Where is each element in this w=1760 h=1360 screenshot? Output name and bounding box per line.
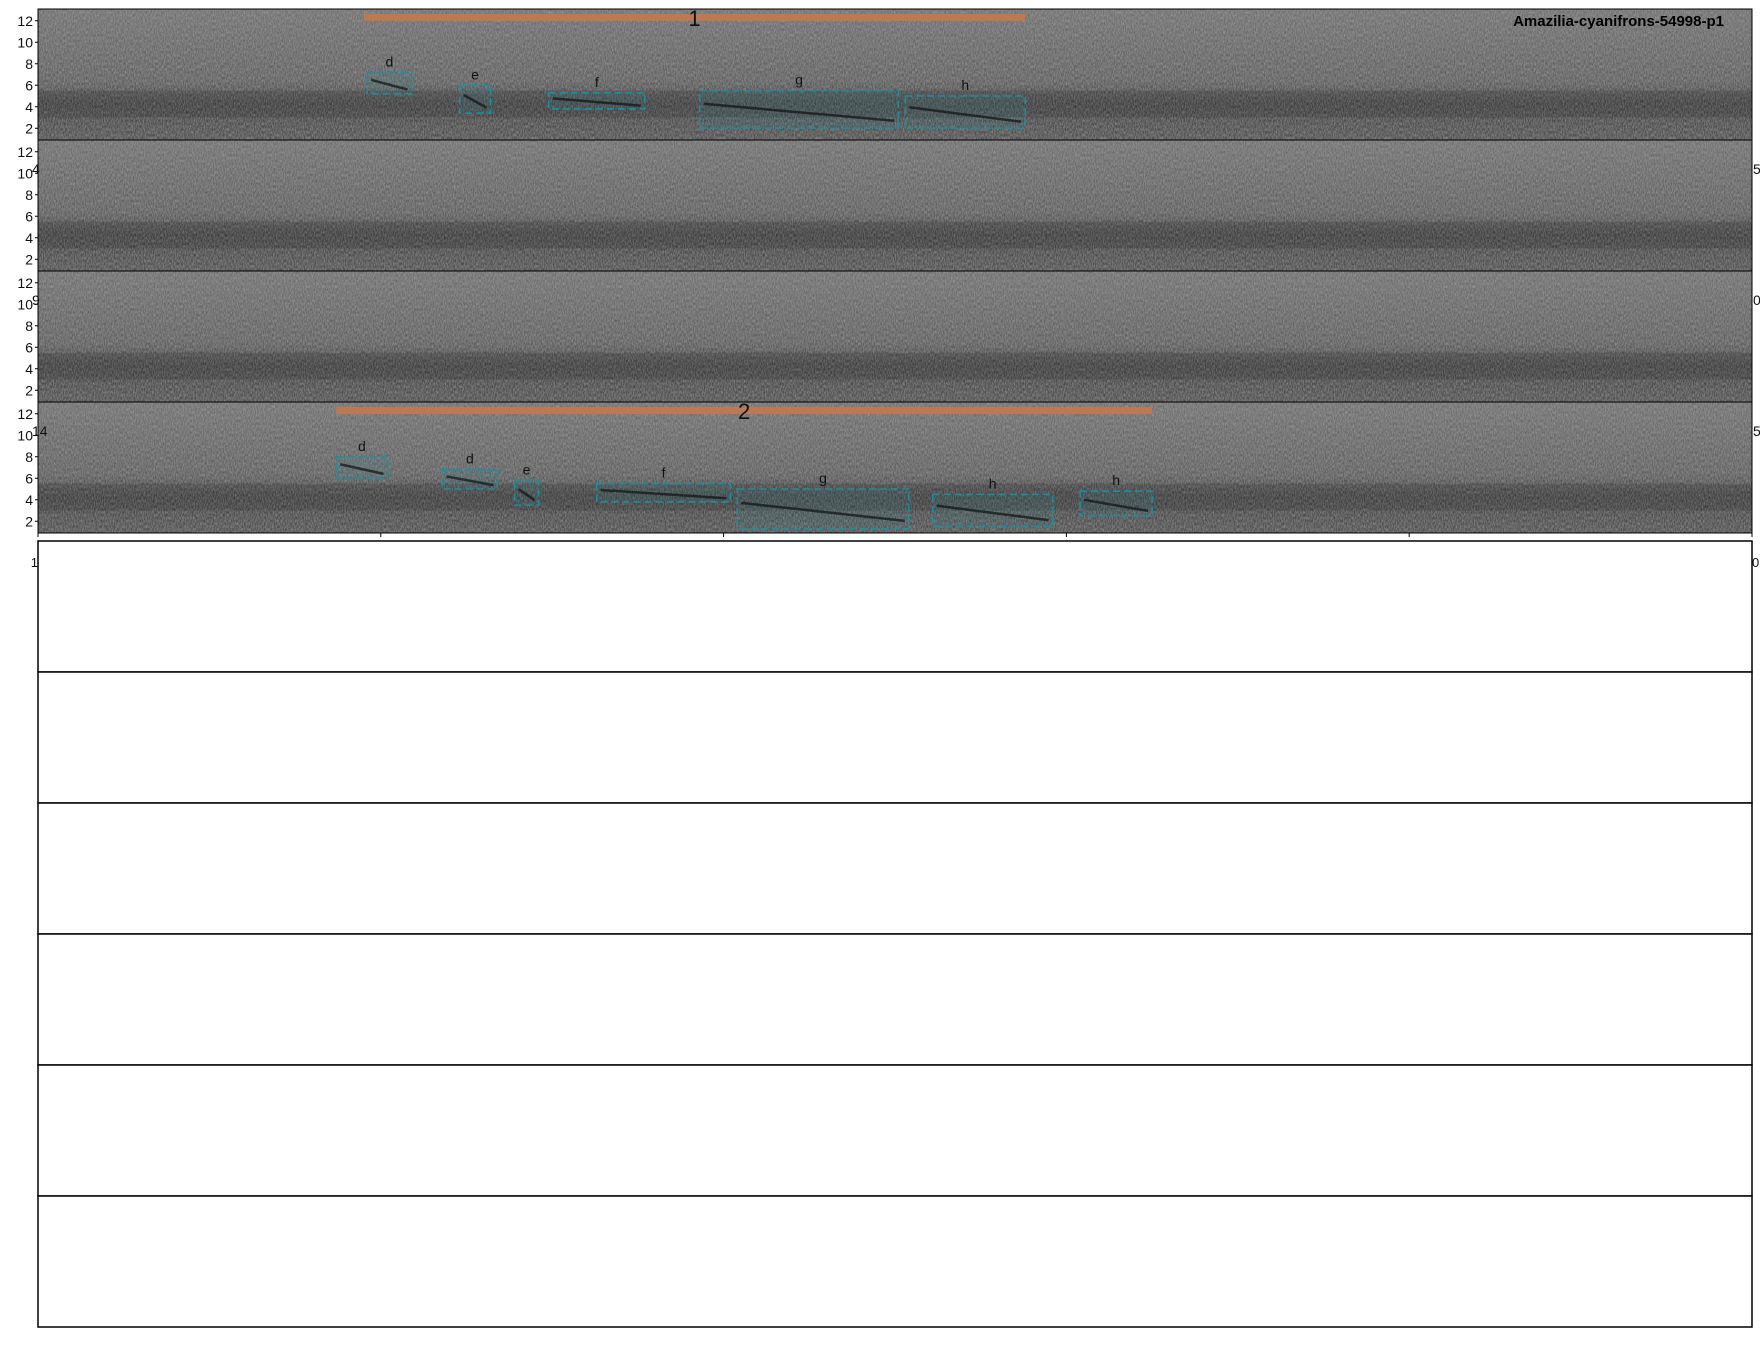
segment-box [513, 479, 540, 506]
spectrogram-row [37, 139, 1753, 272]
y-tick-label: 12 [17, 275, 33, 291]
y-tick-label: 4 [25, 361, 33, 377]
y-tick-label: 6 [25, 77, 33, 93]
segment-box [595, 482, 732, 503]
spectrogram-figure: 2 4 6 8 10 12 1 d e f g h 2 4 6 8 10 12 4 5 2 4 6 8 10 12 9 0 2 4 6 8 10… [0, 0, 1760, 1360]
segment-label: f [595, 74, 599, 90]
y-tick-label: 10 [17, 296, 33, 312]
low-frequency-band [38, 352, 1752, 380]
spectrogram-row [37, 270, 1753, 403]
segment-label: g [819, 470, 827, 486]
y-tick-label: 8 [25, 56, 33, 72]
y-tick-label: 2 [25, 251, 33, 267]
y-tick-label: 2 [25, 382, 33, 398]
phrase-label: 1 [688, 6, 700, 31]
phrase-label: 2 [738, 399, 750, 424]
segment-box [1079, 490, 1153, 517]
y-tick-label: 8 [25, 449, 33, 465]
y-tick-label: 10 [17, 34, 33, 50]
y-tick-label: 10 [17, 427, 33, 443]
empty-panel [37, 1064, 1753, 1197]
y-tick-label: 6 [25, 339, 33, 355]
y-tick-label: 12 [17, 144, 33, 160]
segment-box [458, 84, 492, 115]
row-start-label: 4 [32, 161, 40, 177]
y-tick-label: 12 [17, 406, 33, 422]
segment-box [366, 71, 413, 95]
spectrogram-texture [38, 140, 1752, 271]
y-tick-label: 8 [25, 318, 33, 334]
segment-label: d [358, 438, 366, 454]
segment-box [698, 89, 900, 130]
segment-label: e [471, 66, 479, 82]
y-tick-label: 4 [25, 492, 33, 508]
empty-panel [37, 671, 1753, 804]
y-tick-label: 2 [25, 513, 33, 529]
y-tick-label: 4 [25, 230, 33, 246]
row-start-label: 14 [32, 423, 48, 439]
segment-label: h [961, 77, 969, 93]
row-end-label: 5 [1753, 161, 1760, 177]
segment-label: f [662, 465, 666, 481]
empty-panel [37, 802, 1753, 935]
y-tick-label: 8 [25, 187, 33, 203]
y-tick-label: 10 [17, 165, 33, 181]
y-tick-label: 12 [17, 13, 33, 29]
spectrogram-chart: 24681012 1de f g h246810124 5246810129 0246810… [17, 6, 1760, 1328]
y-tick-label: 2 [25, 120, 33, 136]
y-tick-label: 6 [25, 470, 33, 486]
segment-box [904, 95, 1027, 130]
low-frequency-band [38, 221, 1752, 249]
figure-title: Amazilia-cyanifrons-54998-p1 [1513, 13, 1724, 30]
spectrogram-texture [38, 271, 1752, 402]
segment-label: h [989, 475, 997, 491]
row-start-label: 9 [32, 292, 40, 308]
segment-label: d [466, 451, 474, 467]
segment-label: g [795, 72, 803, 88]
segment-box [736, 488, 910, 530]
segment-box [335, 455, 389, 480]
segment-box [931, 493, 1054, 528]
segment-label: d [385, 53, 393, 69]
empty-panel [37, 933, 1753, 1066]
segment-label: h [1112, 472, 1120, 488]
segment-label: e [523, 461, 531, 477]
empty-panel [37, 1195, 1753, 1328]
y-tick-label: 4 [25, 99, 33, 115]
row-end-label: 0 [1753, 292, 1760, 308]
y-tick-label: 6 [25, 208, 33, 224]
segment-box [441, 468, 499, 490]
empty-panel [37, 540, 1753, 673]
row-end-label: 5 [1753, 423, 1760, 439]
